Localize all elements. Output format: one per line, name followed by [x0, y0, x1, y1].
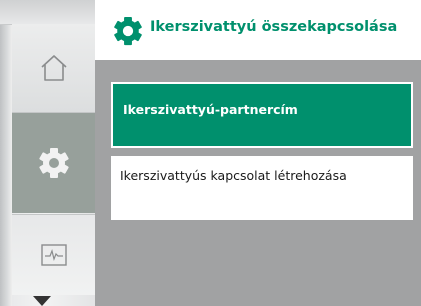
menu-panel: Ikerszivattyú-partnercím Ikerszivattyús …	[95, 60, 421, 306]
page-title: Ikerszivattyú összekapcsolása	[150, 19, 398, 35]
pulse-monitor-icon	[40, 244, 67, 266]
menu-item-label: Ikerszivattyús kapcsolat létrehozása	[120, 168, 347, 183]
menu-item-twin-pump-partner-address[interactable]: Ikerszivattyú-partnercím	[111, 82, 413, 148]
rail-edge	[0, 0, 12, 306]
sidebar-item-diagnostics[interactable]	[12, 214, 95, 295]
arrow-down-icon[interactable]	[33, 296, 51, 306]
navigation-rail	[0, 0, 95, 306]
rail-top-bevel	[0, 0, 95, 25]
sidebar-item-settings[interactable]	[12, 113, 95, 213]
menu-item-label: Ikerszivattyú-partnercím	[123, 102, 298, 117]
gear-icon	[38, 148, 69, 178]
home-icon	[40, 55, 67, 81]
gear-icon	[114, 16, 142, 46]
page-header: Ikerszivattyú összekapcsolása	[95, 0, 421, 60]
sidebar-item-home[interactable]	[12, 24, 95, 113]
menu-item-create-twin-pump-connection[interactable]: Ikerszivattyús kapcsolat létrehozása	[111, 156, 413, 220]
